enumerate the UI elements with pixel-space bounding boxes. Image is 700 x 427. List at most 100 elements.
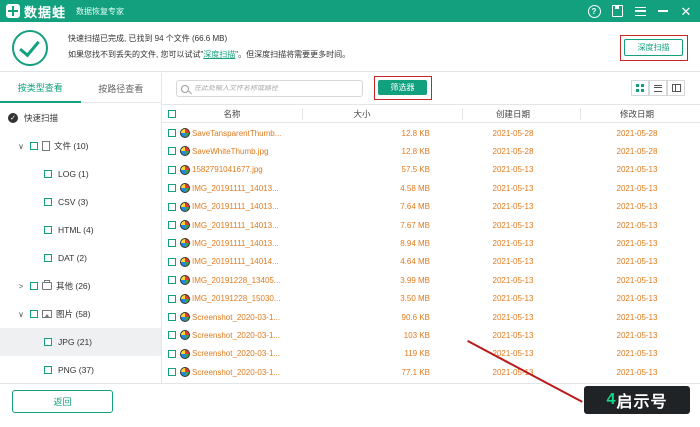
- tree-item[interactable]: > 其他 (26): [0, 272, 161, 300]
- menu-button[interactable]: [630, 2, 650, 20]
- column-size[interactable]: 大小: [322, 105, 402, 123]
- check-icon[interactable]: ✓: [8, 113, 18, 123]
- file-name: IMG_20191228_13405...: [192, 275, 281, 285]
- file-size: 7.67 MB: [400, 220, 430, 230]
- filter-button[interactable]: 筛选器: [378, 80, 427, 95]
- file-created-date: 2021-05-13: [492, 183, 534, 193]
- file-modified-date: 2021-05-13: [616, 257, 658, 267]
- tree-item[interactable]: PNG (37): [0, 356, 161, 384]
- image-file-icon: [180, 128, 190, 138]
- row-checkbox[interactable]: [168, 257, 176, 266]
- column-name[interactable]: 名称: [192, 105, 272, 123]
- row-checkbox[interactable]: [168, 331, 176, 340]
- row-checkbox[interactable]: [168, 313, 176, 321]
- row-checkbox[interactable]: [168, 221, 176, 229]
- deep-scan-button[interactable]: 深度扫描: [624, 39, 683, 56]
- file-created-date: 2021-05-28: [492, 128, 534, 138]
- file-name: IMG_20191111_14013...: [192, 220, 279, 230]
- help-button[interactable]: ?: [584, 2, 604, 20]
- item-checkbox[interactable]: [30, 282, 38, 290]
- close-button[interactable]: ✕: [676, 2, 696, 20]
- table-row[interactable]: IMG_20191111_14014... 4.64 MB 2021-05-13 20…: [162, 253, 700, 271]
- detail-view-button[interactable]: [667, 80, 685, 96]
- table-row[interactable]: Screenshot_2020-03-1... 90.6 KB 2021-05-13…: [162, 308, 700, 326]
- row-checkbox[interactable]: [168, 294, 176, 303]
- deep-scan-highlight-box: 深度扫描: [620, 35, 688, 61]
- table-row[interactable]: Screenshot_2020-03-1... 103 KB 2021-05-13 2…: [162, 326, 700, 344]
- table-row[interactable]: IMG_20191228_13405... 3.99 MB 2021-05-13 20…: [162, 271, 700, 289]
- image-file-icon: [180, 220, 190, 230]
- table-row[interactable]: IMG_20191111_14013... 8.94 MB 2021-05-13 20…: [162, 234, 700, 252]
- table-row[interactable]: SaveTansparentThumb... 12.8 KB 2021-05-28 2…: [162, 124, 700, 142]
- row-checkbox[interactable]: [168, 165, 176, 174]
- tree-item[interactable]: CSV (3): [0, 188, 161, 216]
- column-modified[interactable]: 修改日期: [582, 105, 692, 123]
- save-button[interactable]: [607, 2, 627, 20]
- table-row[interactable]: 1582791041677.jpg 57.5 KB 2021-05-13 2021-0…: [162, 161, 700, 179]
- row-checkbox[interactable]: [168, 147, 176, 156]
- table-row[interactable]: IMG_20191111_14013... 7.67 MB 2021-05-13 20…: [162, 216, 700, 234]
- tree-item[interactable]: JPG (21): [0, 328, 161, 356]
- tree-item[interactable]: HTML (4): [0, 216, 161, 244]
- tree-item[interactable]: ∨ 文件 (10): [0, 132, 161, 160]
- minimize-button[interactable]: [653, 2, 673, 20]
- item-checkbox[interactable]: [44, 366, 52, 374]
- close-icon: ✕: [680, 3, 692, 19]
- category-panel: 按类型查看 按路径查看 ✓ 快速扫描 ∨ 文件 (10) LOG (1) CSV (3) H…: [0, 73, 162, 383]
- grid-view-button[interactable]: [631, 80, 649, 96]
- file-size: 119 KB: [404, 349, 430, 359]
- file-created-date: 2021-05-28: [492, 146, 534, 156]
- file-table-header: 名称 大小 创建日期 修改日期: [162, 104, 700, 123]
- tree-item[interactable]: ∨ 图片 (58): [0, 300, 161, 328]
- search-input[interactable]: [194, 85, 359, 92]
- item-checkbox[interactable]: [44, 338, 52, 346]
- file-modified-date: 2021-05-13: [616, 294, 658, 304]
- file-created-date: 2021-05-13: [492, 238, 534, 248]
- table-row[interactable]: Screenshot_2020-03-1... 77.1 KB 2021-05-13…: [162, 363, 700, 381]
- table-row[interactable]: IMG_20191228_15030... 3.50 MB 2021-05-13 20…: [162, 290, 700, 308]
- table-row[interactable]: IMG_20191111_14013... 7.64 MB 2021-05-13 20…: [162, 198, 700, 216]
- tab-by-type[interactable]: 按类型查看: [0, 73, 81, 103]
- chevron-down-icon[interactable]: ∨: [16, 310, 26, 319]
- select-all-checkbox[interactable]: [168, 110, 176, 118]
- table-row[interactable]: Screenshot_2020-03-1... 119 KB 2021-05-13 2…: [162, 345, 700, 363]
- row-checkbox[interactable]: [168, 349, 176, 358]
- file-created-date: 2021-05-13: [492, 165, 534, 175]
- item-checkbox[interactable]: [44, 170, 52, 178]
- file-name: IMG_20191111_14013...: [192, 183, 279, 193]
- row-checkbox[interactable]: [168, 202, 176, 211]
- title-bar: 数据蛙 数据恢复专家 ? ✕: [0, 0, 700, 22]
- table-row[interactable]: IMG_20191111_14013... 4.58 MB 2021-05-13 20…: [162, 179, 700, 197]
- row-checkbox[interactable]: [168, 368, 176, 377]
- file-modified-date: 2021-05-13: [616, 330, 658, 340]
- file-modified-date: 2021-05-13: [616, 275, 658, 285]
- row-checkbox[interactable]: [168, 184, 176, 193]
- deep-scan-link[interactable]: 深度扫描: [203, 50, 235, 59]
- file-size: 12.8 KB: [401, 128, 430, 138]
- row-checkbox[interactable]: [168, 276, 176, 285]
- image-file-icon: [180, 183, 190, 194]
- row-checkbox[interactable]: [168, 129, 176, 137]
- tree-item[interactable]: LOG (1): [0, 160, 161, 188]
- tree-item[interactable]: DAT (2): [0, 244, 161, 272]
- item-checkbox[interactable]: [30, 310, 38, 318]
- document-icon: [42, 141, 50, 151]
- item-checkbox[interactable]: [44, 254, 52, 262]
- list-view-button[interactable]: [649, 80, 667, 96]
- back-button[interactable]: 返回: [12, 390, 113, 413]
- tree-item-label: LOG (1): [58, 169, 89, 179]
- minimize-icon: [658, 10, 668, 12]
- tree-item[interactable]: ✓ 快速扫描: [0, 104, 161, 132]
- column-created[interactable]: 创建日期: [458, 105, 568, 123]
- table-row[interactable]: SaveWhiteThumb.jpg 12.8 KB 2021-05-28 2021-…: [162, 142, 700, 160]
- tab-by-path[interactable]: 按路径查看: [81, 73, 162, 103]
- file-size: 57.5 KB: [401, 165, 430, 175]
- file-modified-date: 2021-05-13: [616, 238, 658, 248]
- file-size: 7.64 MB: [400, 202, 430, 212]
- item-checkbox[interactable]: [44, 198, 52, 206]
- chevron-right-icon[interactable]: >: [16, 282, 26, 291]
- item-checkbox[interactable]: [44, 226, 52, 234]
- row-checkbox[interactable]: [168, 239, 176, 248]
- item-checkbox[interactable]: [30, 142, 38, 150]
- chevron-down-icon[interactable]: ∨: [16, 142, 26, 151]
